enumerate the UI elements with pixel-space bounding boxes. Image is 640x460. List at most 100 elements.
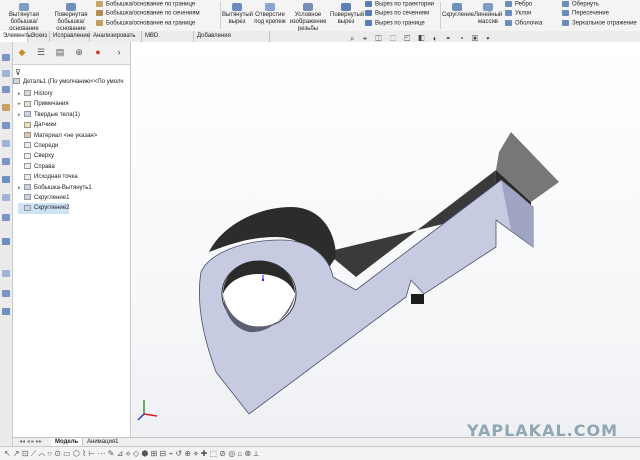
tree-item[interactable]: Сверху: [18, 151, 54, 162]
ribbon-separator: [440, 2, 441, 29]
tree-item-icon: [24, 100, 31, 107]
feature-manager-icon[interactable]: ◆: [16, 46, 28, 58]
heads-up-view-toolbar[interactable]: ⌕ ⌖ ◫ ⬚ ◰ ◧ ◐ ◓ ◔ ▣ ▾: [350, 34, 493, 44]
loft-boss-button[interactable]: Бобышка/основание по сечениям: [96, 10, 200, 17]
tree-item-icon: [24, 152, 31, 159]
tool-icon[interactable]: [2, 104, 10, 111]
boundary-icon: [96, 20, 103, 26]
part-model[interactable]: [131, 42, 640, 437]
tree-item-icon: [24, 194, 31, 201]
loft-cut-button[interactable]: Вырез по сечениям: [365, 10, 429, 17]
linear-pattern-button[interactable]: Линейный массив: [474, 3, 502, 26]
tool-icon[interactable]: [2, 122, 10, 129]
tree-item-label: Исходная точка: [34, 174, 78, 181]
display-manager-icon[interactable]: ●: [92, 46, 104, 58]
tree-item[interactable]: Справа: [18, 162, 55, 173]
tab-repair[interactable]: Исправление: [50, 31, 90, 42]
tool-icon[interactable]: [2, 176, 10, 183]
bottom-tool-icons[interactable]: ↖ ↗ ⊡ ⟋ ⌒ ○ ⊙ ▭ ⬡ ⌇ ⊢ ⋯ ✎ ⊿ ⟡ ◇ ⬢ ⊞ ⊟ ⌁ …: [4, 448, 259, 459]
tool-icon[interactable]: [2, 70, 10, 77]
revolve-cut-button[interactable]: Повернутый вырез: [330, 3, 364, 26]
tab-features[interactable]: Элементы: [0, 31, 32, 42]
revolve-boss-button[interactable]: Повернутая бобышка/основание: [48, 3, 94, 33]
tree-item-label: Материал <не указан>: [34, 132, 98, 139]
cosmetic-thread-button[interactable]: Условное изображение резьбы: [288, 3, 328, 33]
shell-button[interactable]: Оболочка: [505, 20, 542, 27]
tree-item[interactable]: ▸ Твердые тела(1): [18, 110, 80, 121]
left-toolbar: [0, 42, 13, 446]
tree-item-icon: [24, 184, 31, 191]
boundary-boss-base-button[interactable]: Бобышка/основание на границе: [96, 20, 195, 27]
tree-item-label: Спереди: [34, 143, 59, 149]
tree-item[interactable]: Исходная точка: [18, 172, 78, 183]
boundary-cut-button[interactable]: Вырез по границе: [365, 20, 425, 27]
graphics-area[interactable]: [131, 42, 640, 437]
tree-next-icon[interactable]: ›: [113, 46, 125, 58]
origin-marker: [261, 278, 265, 282]
extrude-cut-icon: [232, 3, 242, 11]
thread-icon: [303, 3, 313, 11]
tool-icon[interactable]: [2, 194, 10, 201]
tool-icon[interactable]: [2, 214, 10, 221]
tree-item-label: Твердые тела(1): [34, 111, 80, 118]
tool-icon[interactable]: [2, 308, 10, 315]
rib-icon: [505, 1, 512, 7]
tab-sketch[interactable]: Эскиз: [28, 31, 50, 42]
tool-icon[interactable]: [2, 290, 10, 297]
boundary-boss-button[interactable]: Бобышка/основание по границе: [96, 1, 195, 8]
wrap-icon: [562, 1, 569, 7]
loft-boss-icon: [96, 10, 103, 16]
command-manager-ribbon: Вытянутая бобышка/основание Повернутая б…: [0, 0, 640, 32]
tree-item-label: Сверху: [34, 153, 55, 160]
boundary-cut-icon: [365, 20, 372, 26]
tree-item[interactable]: ▸ Бобышка-Вытянуть1: [18, 183, 92, 194]
tool-icon[interactable]: [2, 86, 10, 93]
filter-icon[interactable]: ⊽: [15, 68, 21, 77]
tab-solidworks-addins[interactable]: Добавления SOLIDWORKS: [194, 31, 270, 50]
part-notch: [411, 294, 424, 304]
tree-item-label: Скругление2: [34, 205, 70, 212]
extrude-cut-button[interactable]: Вытянутый вырез: [222, 3, 253, 26]
tree-item[interactable]: Датчики: [18, 120, 56, 131]
intersect-button[interactable]: Пересечение: [562, 10, 609, 17]
tree-item-label: Скругление1: [34, 195, 70, 201]
tree-item-label: Примечания: [34, 101, 69, 108]
mirror-icon: [562, 20, 569, 26]
tree-item[interactable]: ▸ History: [18, 89, 53, 100]
hole-wizard-icon: [265, 3, 275, 11]
tree-item[interactable]: Материал <не указан>: [18, 131, 97, 142]
triad-z-axis: [137, 413, 145, 421]
sweep-cut-button[interactable]: Вырез по траектории: [365, 1, 434, 8]
tree-item[interactable]: Скругление2: [18, 203, 70, 215]
tree-item[interactable]: Спереди: [18, 141, 58, 152]
ribbon-separator: [220, 2, 221, 29]
tool-icon[interactable]: [2, 238, 10, 245]
tab-mbd-dimensions[interactable]: MBD Dimensions: [142, 31, 194, 50]
hole-wizard-button[interactable]: Отверстие под крепеж: [254, 3, 286, 26]
mirror-button[interactable]: Зеркальное отражение: [562, 20, 637, 27]
tool-icon[interactable]: [2, 270, 10, 277]
property-manager-icon[interactable]: ☰: [35, 46, 47, 58]
tree-item-icon: [24, 173, 31, 180]
fillet-icon: [452, 3, 462, 11]
tool-icon[interactable]: [2, 140, 10, 147]
shell-icon: [505, 20, 512, 26]
tool-icon[interactable]: [2, 54, 10, 61]
draft-button[interactable]: Уклон: [505, 10, 531, 17]
tree-item-icon: [24, 121, 31, 128]
tree-root[interactable]: Деталь1 (По умолчанию<<По умолч: [13, 77, 124, 88]
tool-icon[interactable]: [2, 158, 10, 165]
tree-item[interactable]: ▸ Примечания: [18, 99, 69, 110]
wrap-button[interactable]: Обернуть: [562, 1, 599, 8]
boundary-boss-icon: [96, 1, 103, 7]
rib-button[interactable]: Ребро: [505, 1, 532, 8]
configuration-manager-icon[interactable]: ▤: [54, 46, 66, 58]
tab-evaluate[interactable]: Анализировать: [90, 31, 142, 42]
feature-manager-tree: ◆ ☰ ▤ ⊕ ● › ⊽ Деталь1 (По умолчанию<<По …: [13, 42, 131, 437]
extrude-boss-button[interactable]: Вытянутая бобышка/основание: [2, 3, 46, 33]
part-icon: [13, 78, 20, 85]
triad-x-axis: [143, 413, 158, 417]
fillet-button[interactable]: Скругление: [442, 3, 474, 19]
tree-item[interactable]: Скругление1: [18, 193, 69, 204]
dimxpert-icon[interactable]: ⊕: [73, 46, 85, 58]
